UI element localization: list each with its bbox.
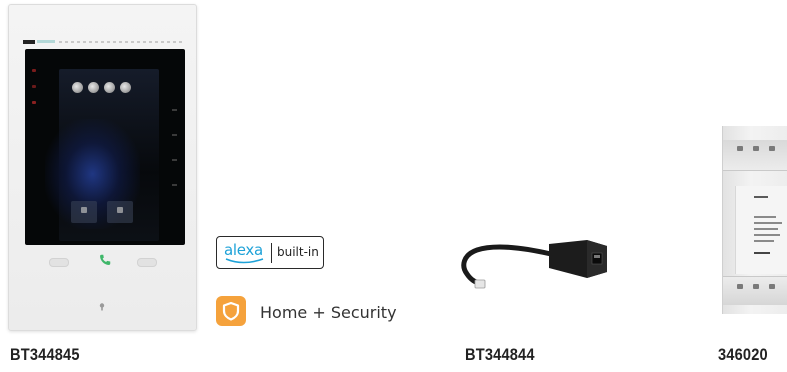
alexa-smile-icon — [225, 258, 264, 264]
phone-icon — [100, 254, 111, 265]
product-sku[interactable]: 346020 — [718, 345, 768, 365]
home-security-label: Home + Security — [260, 303, 397, 322]
product-card-intercom[interactable]: BT344845 — [0, 0, 200, 372]
rj45-cable-adapter-image — [461, 240, 607, 289]
intercom-device-image — [8, 4, 197, 331]
intercom-brand-strip — [23, 38, 183, 46]
alexa-built-in-badge: alexa built-in — [216, 236, 324, 269]
badge-divider — [271, 243, 272, 263]
intercom-screen — [25, 49, 185, 245]
product-sku[interactable]: BT344845 — [10, 345, 80, 365]
keyhole-icon — [99, 303, 105, 311]
shield-icon — [216, 296, 246, 326]
product-sku[interactable]: BT344844 — [465, 345, 535, 365]
din-power-supply-image — [722, 126, 787, 314]
product-card-power-supply[interactable]: 346020 — [700, 330, 787, 372]
alexa-built-in-label: built-in — [277, 245, 319, 259]
